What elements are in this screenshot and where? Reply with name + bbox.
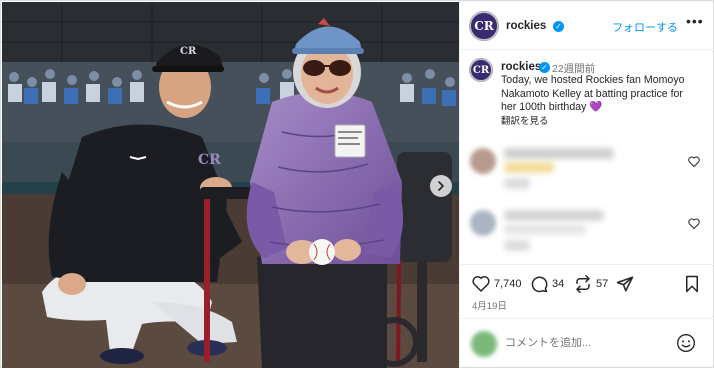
caption-line: Today, we hosted Rockies fan Momoyo — [501, 74, 685, 86]
post-header: CR rockies ✓ フォローする ••• — [460, 2, 714, 50]
comment-avatar[interactable] — [470, 148, 496, 174]
share-button[interactable] — [616, 275, 634, 293]
avatar-ring — [469, 11, 499, 41]
post-actions: 7,740 34 57 4月19日 — [460, 264, 714, 318]
repost-count: 57 — [596, 278, 609, 290]
comment-bubble-icon — [531, 276, 548, 293]
verified-badge-icon: ✓ — [553, 21, 564, 32]
photo-illustration: CR CR — [2, 2, 459, 368]
see-translation-link[interactable]: 翻訳を見る — [501, 113, 549, 127]
save-button[interactable] — [684, 275, 700, 293]
comment-button[interactable]: 34 — [530, 275, 564, 293]
jersey-logo: CR — [198, 152, 221, 168]
repost-icon — [576, 275, 590, 293]
caption-avatar[interactable]: CR — [469, 58, 493, 82]
next-photo-button[interactable] — [430, 175, 452, 197]
purple-heart-icon: 💜 — [589, 101, 603, 113]
like-count: 7,740 — [494, 277, 522, 290]
comment-text-blurred — [504, 162, 554, 173]
post-photo: CR CR — [2, 2, 459, 368]
comment-like-heart-icon[interactable] — [688, 218, 700, 229]
post-side-panel: CR rockies ✓ フォローする ••• CR rockies ✓ 22週… — [459, 2, 714, 368]
comment-text-blurred — [504, 224, 586, 235]
comment-meta-blurred — [504, 178, 530, 189]
comment-item — [460, 202, 714, 264]
comment-meta-blurred — [504, 240, 530, 251]
emoji-icon[interactable] — [676, 333, 696, 353]
header-username[interactable]: rockies — [506, 20, 546, 32]
avatar-ring — [469, 58, 493, 82]
comment-avatar[interactable] — [470, 210, 496, 236]
comment-item — [460, 140, 714, 202]
comment-composer — [460, 318, 714, 368]
post-caption: CR rockies ✓ 22週間前 Today, we hosted Rock… — [460, 50, 714, 140]
chevron-right-icon — [438, 181, 444, 191]
repost-button[interactable]: 57 — [574, 275, 608, 293]
viewer-avatar — [471, 331, 497, 357]
heart-icon — [472, 276, 490, 292]
like-button[interactable]: 7,740 — [472, 275, 522, 292]
comment-count: 34 — [552, 278, 565, 290]
follow-button[interactable]: フォローする — [612, 19, 678, 35]
cap-logo: CR — [180, 46, 197, 57]
caption-text: Today, we hosted Rockies fan Momoyo Naka… — [501, 74, 711, 115]
more-options-icon[interactable]: ••• — [686, 13, 704, 29]
verified-badge-icon: ✓ — [539, 62, 550, 73]
caption-line: Nakamoto Kelley at batting practice for — [501, 87, 683, 100]
send-icon — [616, 276, 634, 292]
comment-username-blurred — [504, 210, 604, 221]
instagram-post-embed: CR CR CR rockies ✓ フォローする ••• CR rockies… — [0, 0, 714, 368]
comment-username-blurred — [504, 148, 614, 159]
caption-username[interactable]: rockies — [501, 61, 541, 73]
post-date[interactable]: 4月19日 — [472, 298, 507, 312]
comment-like-heart-icon[interactable] — [688, 156, 700, 167]
profile-avatar[interactable]: CR — [469, 11, 499, 41]
add-comment-input[interactable] — [505, 337, 665, 349]
bookmark-icon — [686, 275, 698, 293]
caption-line-text: her 100th birthday — [501, 101, 590, 113]
